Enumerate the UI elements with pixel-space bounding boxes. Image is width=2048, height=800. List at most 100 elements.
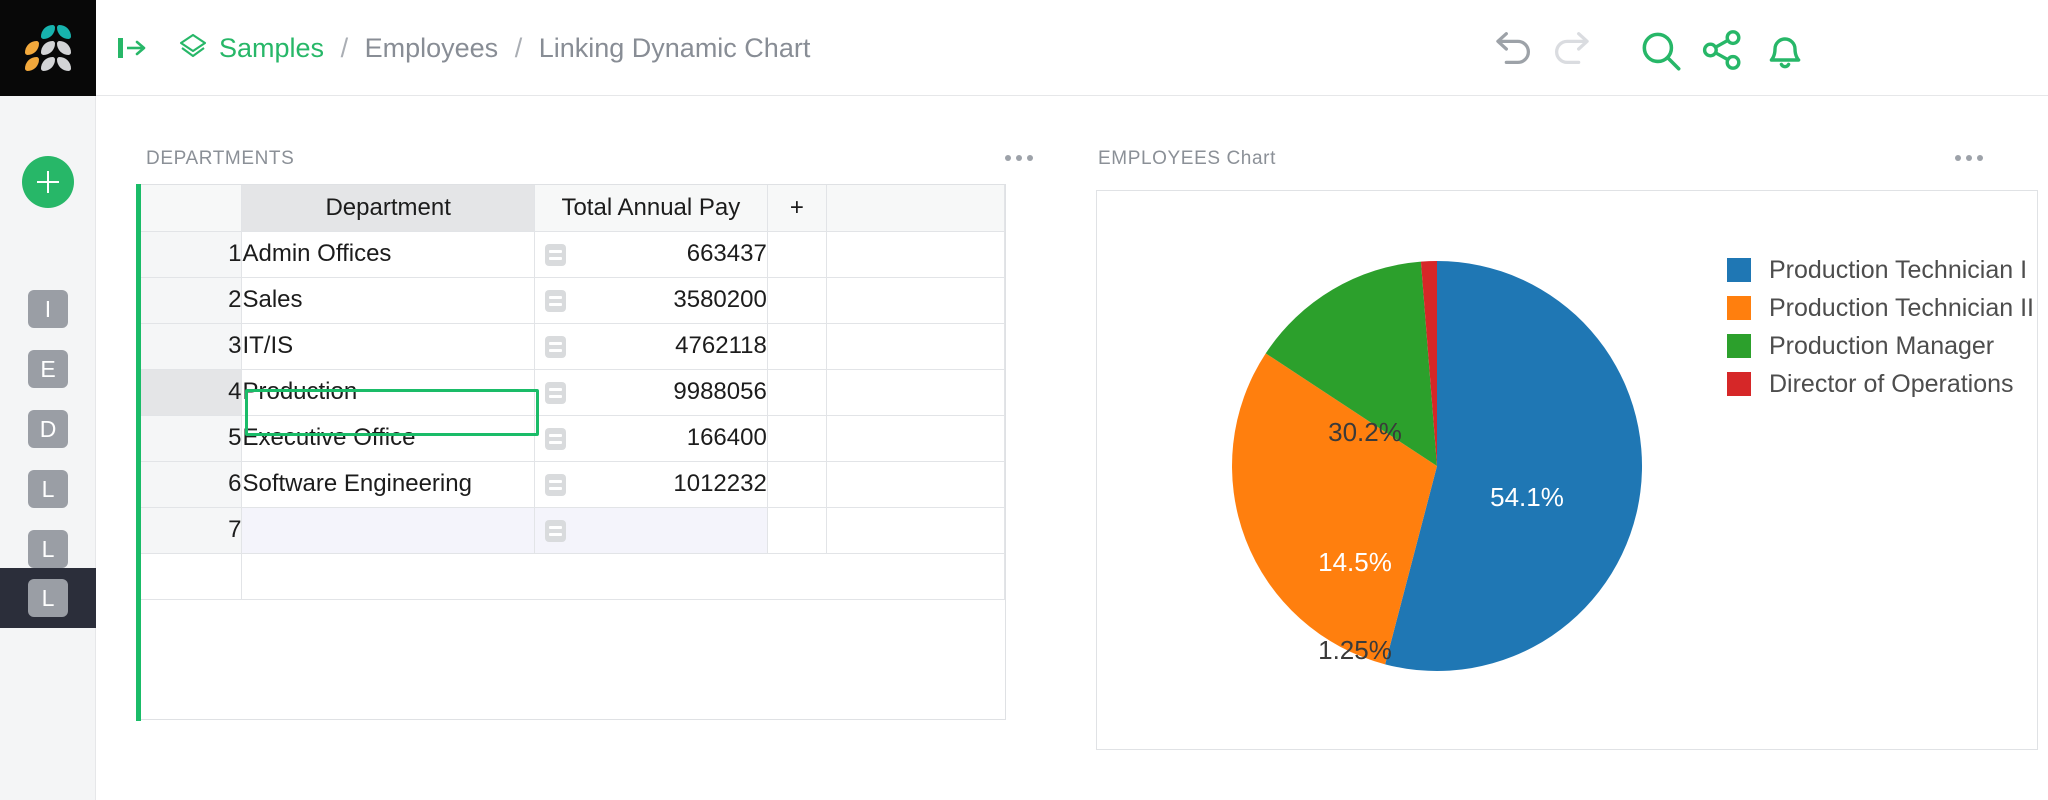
sidebar-item-l1[interactable]: L: [24, 468, 72, 510]
sidebar-item-l3[interactable]: L: [0, 568, 96, 628]
cell-value: 3580200: [673, 286, 766, 313]
cell-spacer: [767, 415, 826, 461]
cell-filler: [826, 415, 1004, 461]
legend-item[interactable]: Director of Operations: [1727, 365, 2034, 403]
cell-department[interactable]: Software Engineering: [242, 461, 534, 507]
top-bar: Samples / Employees / Linking Dynamic Ch…: [96, 0, 2048, 96]
chart-legend: Production Technician I Production Techn…: [1727, 251, 2034, 403]
cell-spacer: [767, 461, 826, 507]
formula-icon: [545, 336, 566, 358]
cell-total-annual-pay[interactable]: 9988056: [534, 369, 767, 415]
left-rail: I E D L L L: [0, 0, 96, 800]
breadcrumb-separator-1: /: [341, 33, 349, 63]
table-row[interactable]: 1 Admin Offices 663437: [136, 231, 1005, 277]
sidebar-item-label: L: [28, 470, 68, 508]
legend-label: Director of Operations: [1769, 370, 2014, 399]
sidebar-item-d[interactable]: D: [24, 408, 72, 450]
cell-filler: [826, 461, 1004, 507]
departments-grid: Department Total Annual Pay + 1 Admin Of…: [136, 184, 1006, 720]
legend-swatch-production-technician-i: [1727, 258, 1751, 282]
add-column-button[interactable]: +: [767, 185, 826, 231]
sidebar-item-label: L: [28, 530, 68, 568]
departments-table: Department Total Annual Pay + 1 Admin Of…: [136, 185, 1005, 600]
pie-label-director-of-operations: 1.25%: [1318, 635, 1392, 665]
row-number: 4: [136, 369, 242, 415]
employees-chart-card: 54.1% 30.2% 14.5% 1.25% Production Techn…: [1096, 190, 2038, 750]
sidebar-item-label: D: [28, 410, 68, 448]
cell-department[interactable]: Sales: [242, 277, 534, 323]
cell-total-annual-pay[interactable]: 3580200: [534, 277, 767, 323]
table-empty-area: [136, 553, 1005, 599]
table-row-selected[interactable]: 4 Production 9988056: [136, 369, 1005, 415]
formula-icon: [545, 428, 566, 450]
table-row[interactable]: 2 Sales 3580200: [136, 277, 1005, 323]
sidebar-item-e[interactable]: E: [24, 348, 72, 390]
cell-total-annual-pay[interactable]: 663437: [534, 231, 767, 277]
search-icon[interactable]: [1636, 26, 1686, 76]
bell-icon[interactable]: [1761, 26, 1809, 74]
column-header-department[interactable]: Department: [242, 185, 534, 231]
app-logo[interactable]: [0, 0, 96, 96]
cell-department[interactable]: [242, 507, 534, 553]
breadcrumb-separator-2: /: [515, 33, 523, 63]
sidebar-item-l2[interactable]: L: [24, 528, 72, 570]
cell-total-annual-pay[interactable]: 1012232: [534, 461, 767, 507]
cell-department[interactable]: IT/IS: [242, 323, 534, 369]
cell-total-annual-pay[interactable]: 4762118: [534, 323, 767, 369]
cell-value: 1012232: [673, 470, 766, 497]
app-root: I E D L L L Samples / Em: [0, 0, 2048, 800]
column-header-total-annual-pay[interactable]: Total Annual Pay: [534, 185, 767, 231]
table-row-new[interactable]: 7: [136, 507, 1005, 553]
share-icon[interactable]: [1698, 26, 1746, 74]
formula-icon: [545, 474, 566, 496]
cell-filler: [826, 323, 1004, 369]
legend-item[interactable]: Production Technician II: [1727, 289, 2034, 327]
table-row[interactable]: 3 IT/IS 4762118: [136, 323, 1005, 369]
departments-panel-title: DEPARTMENTS: [146, 148, 294, 170]
logo-leaf-6: [25, 57, 39, 71]
sidebar-item-i[interactable]: I: [24, 288, 72, 330]
empty-index-area: [136, 553, 242, 599]
cell-filler: [826, 369, 1004, 415]
cell-department[interactable]: Executive Office: [242, 415, 534, 461]
cell-department-selected[interactable]: Production: [242, 369, 534, 415]
cell-value: 9988056: [673, 378, 766, 405]
legend-swatch-director-of-operations: [1727, 372, 1751, 396]
sidebar-item-label: I: [28, 290, 68, 328]
cell-total-annual-pay[interactable]: [534, 507, 767, 553]
sidebar-item-label: L: [28, 579, 68, 617]
chart-panel-menu[interactable]: [1955, 155, 1983, 161]
legend-item[interactable]: Production Manager: [1727, 327, 2034, 365]
pie-label-production-technician-ii: 30.2%: [1328, 417, 1402, 447]
table-row[interactable]: 5 Executive Office 166400: [136, 415, 1005, 461]
legend-item[interactable]: Production Technician I: [1727, 251, 2034, 289]
undo-icon[interactable]: [1491, 26, 1537, 72]
cell-filler: [826, 231, 1004, 277]
breadcrumb-root[interactable]: Samples: [219, 33, 324, 63]
row-number: 1: [136, 231, 242, 277]
plus-icon: [37, 171, 59, 193]
departments-panel-menu[interactable]: [1005, 155, 1033, 161]
sidebar-item-label: E: [28, 350, 68, 388]
redo-icon[interactable]: [1548, 26, 1594, 72]
column-header-index[interactable]: [136, 185, 242, 231]
layers-icon: [178, 32, 208, 62]
chart-panel-title: EMPLOYEES Chart: [1098, 148, 1276, 170]
cell-spacer: [767, 231, 826, 277]
breadcrumb-employees[interactable]: Employees: [365, 33, 499, 63]
cell-department[interactable]: Admin Offices: [242, 231, 534, 277]
logo-leaf-8: [57, 57, 71, 71]
legend-label: Production Manager: [1769, 332, 1994, 361]
table-row[interactable]: 6 Software Engineering 1012232: [136, 461, 1005, 507]
cell-value: 166400: [687, 424, 767, 451]
empty-body-area: [242, 553, 1005, 599]
row-number: 6: [136, 461, 242, 507]
formula-icon: [545, 244, 566, 266]
add-button[interactable]: [22, 156, 74, 208]
pie-chart[interactable]: 54.1% 30.2% 14.5% 1.25%: [1157, 201, 1717, 741]
logo-grid: [25, 25, 71, 71]
cell-value: 4762118: [675, 332, 767, 359]
enter-arrow-icon[interactable]: [118, 35, 146, 61]
cell-total-annual-pay[interactable]: 166400: [534, 415, 767, 461]
column-header-filler: [826, 185, 1004, 231]
